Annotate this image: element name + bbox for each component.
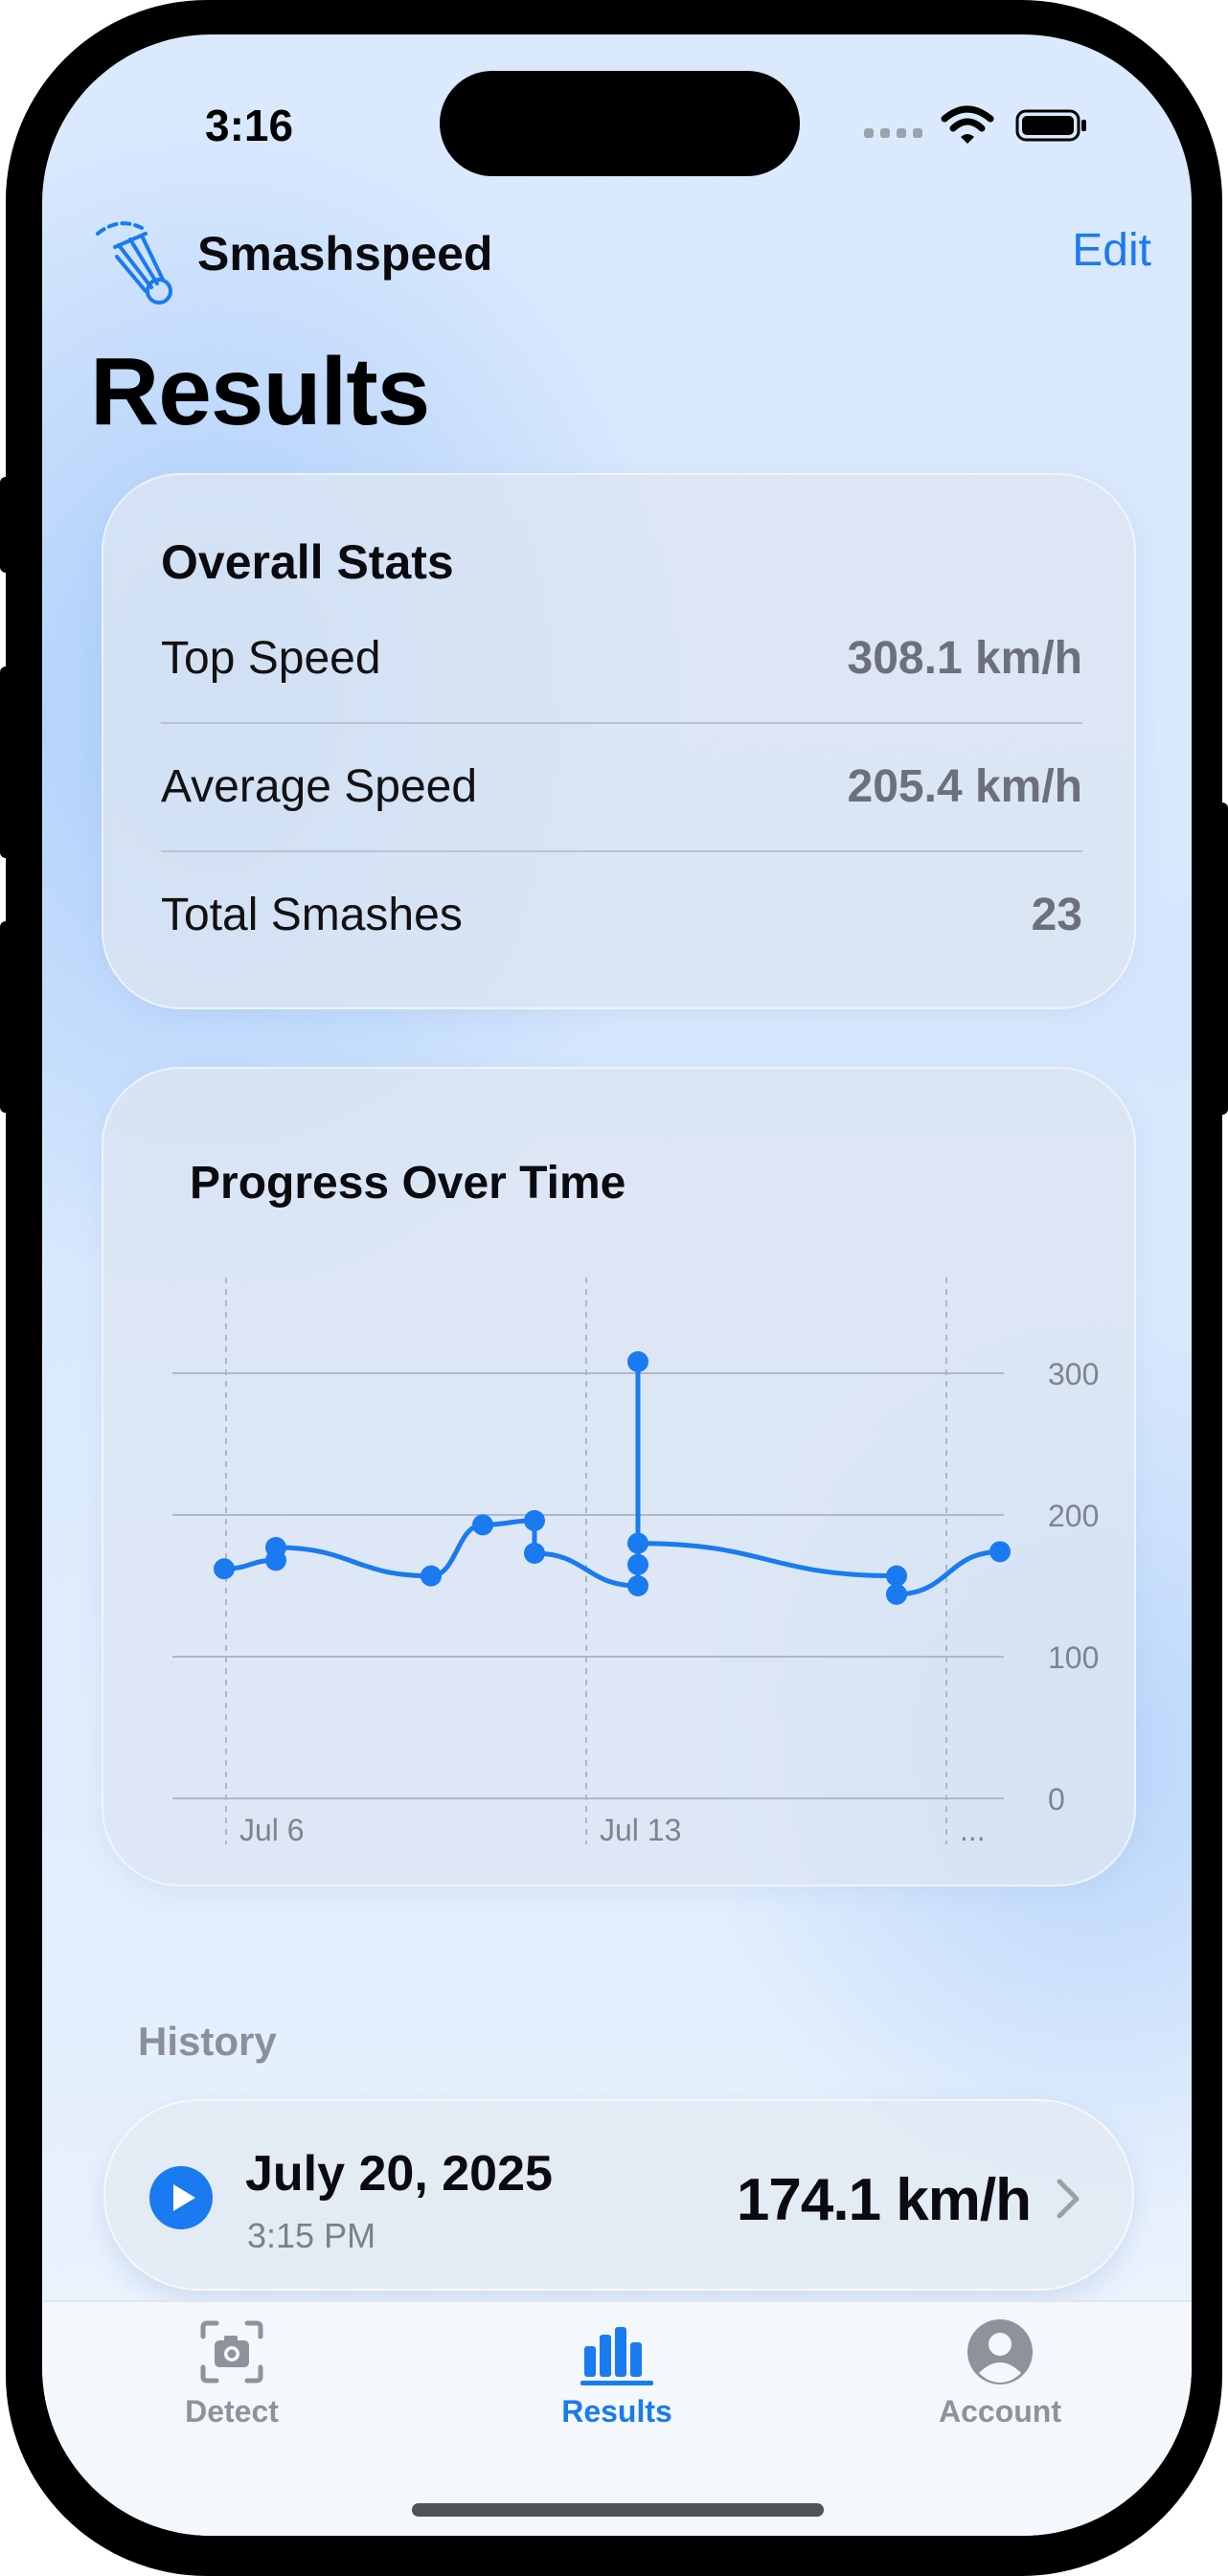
history-list-item[interactable]: July 20, 2025 3:15 PM 174.1 km/h: [103, 2099, 1134, 2291]
volume-up-button: [0, 667, 11, 858]
progress-line-chart: 0 100 200 300 Jul 6 Jul 13...: [172, 1277, 1099, 1847]
chevron-right-icon: [1057, 2179, 1080, 2219]
data-point: [627, 1575, 648, 1596]
data-point: [886, 1583, 907, 1605]
play-icon[interactable]: [149, 2166, 213, 2229]
stat-value: 23: [1031, 890, 1082, 940]
stat-row-top-speed: Top Speed 308.1 km/h: [161, 596, 1082, 724]
stat-row-total-smashes: Total Smashes 23: [161, 852, 1082, 981]
shuttlecock-logo-icon: [96, 221, 172, 305]
y-tick-label: 0: [1048, 1782, 1065, 1817]
stat-label: Average Speed: [161, 761, 478, 812]
stat-label: Top Speed: [161, 633, 381, 684]
data-point: [886, 1565, 907, 1587]
volume-down-button: [0, 921, 11, 1113]
tab-label: Account: [939, 2394, 1061, 2429]
stat-row-average-speed: Average Speed 205.4 km/h: [161, 724, 1082, 852]
wifi-icon: [941, 105, 994, 144]
history-date: July 20, 2025: [245, 2146, 553, 2202]
cellular-signal-icon: [864, 128, 922, 138]
data-point: [524, 1509, 545, 1531]
edit-button[interactable]: Edit: [1072, 224, 1151, 277]
data-point: [265, 1537, 286, 1559]
tab-bar: Detect Results Account: [42, 2300, 1192, 2536]
data-point: [627, 1351, 648, 1373]
overall-stats-card: Overall Stats Top Speed 308.1 km/h Avera…: [102, 473, 1136, 1009]
x-tick-label: Jul 6: [239, 1813, 305, 1847]
camera-icon: [200, 2320, 263, 2384]
power-button: [1217, 802, 1228, 1115]
home-indicator: [412, 2503, 824, 2517]
tab-label: Detect: [185, 2394, 279, 2429]
device-frame: 3:16 Smashspeed Edit Results Overall Sta…: [0, 0, 1228, 2576]
data-point: [524, 1542, 545, 1564]
stat-value: 205.4 km/h: [847, 761, 1082, 812]
data-point: [472, 1514, 493, 1536]
y-tick-label: 100: [1048, 1640, 1099, 1675]
data-point: [421, 1565, 442, 1587]
action-button: [0, 477, 11, 573]
app-title: Smashspeed: [197, 227, 493, 281]
battery-icon: [1015, 109, 1086, 142]
history-time: 3:15 PM: [247, 2216, 376, 2255]
data-point: [214, 1558, 235, 1580]
stat-value: 308.1 km/h: [847, 633, 1082, 684]
overall-stats-heading: Overall Stats: [161, 535, 454, 589]
tab-account[interactable]: Account: [895, 2317, 1105, 2442]
person-circle-icon: [967, 2319, 1033, 2384]
history-section-label: History: [138, 2019, 277, 2064]
data-point: [989, 1541, 1011, 1563]
tab-label: Results: [561, 2394, 672, 2429]
series-line: [221, 1359, 1003, 1597]
x-tick-label: ...: [960, 1813, 986, 1847]
tab-results[interactable]: Results: [512, 2317, 722, 2442]
tab-detect[interactable]: Detect: [126, 2317, 337, 2442]
history-speed: 174.1 km/h: [736, 2167, 1032, 2233]
data-point: [627, 1553, 648, 1575]
status-time: 3:16: [205, 101, 294, 150]
page-title: Results: [90, 338, 430, 445]
y-tick-label: 300: [1048, 1357, 1099, 1391]
dynamic-island: [440, 71, 800, 176]
stat-label: Total Smashes: [161, 890, 463, 940]
y-tick-label: 200: [1048, 1499, 1099, 1533]
x-tick-label: Jul 13: [600, 1813, 681, 1847]
bar-chart-icon: [580, 2327, 653, 2385]
app-screen: 3:16 Smashspeed Edit Results Overall Sta…: [42, 34, 1192, 2536]
progress-chart-card: Progress Over Time 0 100 200 300 Jul 6 Jul 13…: [102, 1067, 1136, 1887]
data-point: [627, 1532, 648, 1554]
